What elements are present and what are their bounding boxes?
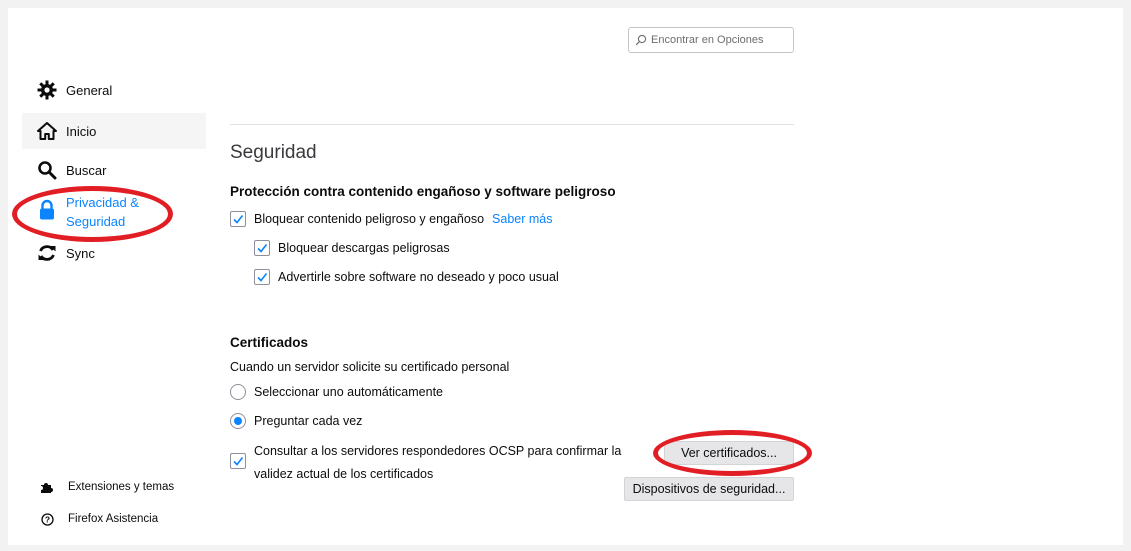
certificates-heading: Certificados	[230, 335, 309, 350]
section-title: Seguridad	[230, 142, 317, 163]
block-dangerous-label[interactable]: Bloquear contenido peligroso y engañoso	[254, 212, 484, 226]
learn-more-link[interactable]: Saber más	[492, 212, 552, 226]
ocsp-label-line2[interactable]: validez actual de los certificados	[254, 467, 433, 481]
sidebar-item-sync[interactable]: Sync	[36, 242, 95, 264]
help-icon: ?	[40, 512, 54, 526]
svg-text:?: ?	[44, 514, 49, 524]
ask-every-time-label[interactable]: Preguntar cada vez	[254, 414, 362, 428]
radio-dot	[234, 417, 242, 425]
view-certificates-button[interactable]: Ver certificados...	[664, 441, 794, 465]
lock-icon	[36, 199, 58, 221]
footer-label: Firefox Asistencia	[68, 513, 159, 525]
sidebar-footer-support[interactable]: ? Firefox Asistencia	[40, 512, 158, 526]
ask-every-time-radio[interactable]	[230, 413, 246, 429]
warn-software-checkbox[interactable]	[254, 269, 270, 285]
certificates-description: Cuando un servidor solicite su certifica…	[230, 360, 510, 374]
search-icon	[36, 159, 58, 181]
block-downloads-checkbox[interactable]	[254, 240, 270, 256]
sidebar-item-label: Sync	[66, 245, 95, 261]
sidebar-item-label: General	[66, 82, 113, 98]
footer-label: Extensiones y temas	[68, 481, 175, 493]
block-dangerous-checkbox[interactable]	[230, 211, 246, 227]
block-downloads-label[interactable]: Bloquear descargas peligrosas	[278, 241, 450, 255]
puzzle-icon	[40, 480, 54, 494]
sidebar-item-inicio[interactable]: Inicio	[36, 120, 96, 142]
warn-software-label[interactable]: Advertirle sobre software no deseado y p…	[278, 270, 559, 284]
warn-software-row: Advertirle sobre software no deseado y p…	[254, 269, 559, 285]
sidebar-item-general[interactable]: General	[36, 79, 112, 101]
preferences-page	[8, 8, 1123, 545]
check-icon	[233, 457, 244, 466]
sidebar-item-buscar[interactable]: Buscar	[36, 159, 106, 181]
check-icon	[257, 273, 268, 282]
search-icon	[635, 34, 647, 46]
check-icon	[233, 215, 244, 224]
ocsp-label-line1[interactable]: Consultar a los servidores respondedores…	[254, 444, 621, 458]
ocsp-checkbox[interactable]	[230, 453, 246, 469]
check-icon	[257, 244, 268, 253]
security-devices-button[interactable]: Dispositivos de seguridad...	[624, 477, 794, 501]
block-downloads-row: Bloquear descargas peligrosas	[254, 240, 450, 256]
sidebar-item-label: Buscar	[66, 162, 107, 178]
search-placeholder: Encontrar en Opciones	[651, 34, 764, 46]
sidebar-item-label: Privacidad & Seguridad	[66, 195, 139, 229]
protection-heading: Protección contra contenido engañoso y s…	[230, 184, 616, 199]
ask-every-time-row: Preguntar cada vez	[230, 413, 362, 429]
sync-icon	[36, 242, 58, 264]
select-auto-row: Seleccionar uno automáticamente	[230, 384, 443, 400]
block-dangerous-row: Bloquear contenido peligroso y engañoso …	[230, 211, 552, 227]
search-input[interactable]: Encontrar en Opciones	[628, 27, 794, 53]
select-auto-radio[interactable]	[230, 384, 246, 400]
section-divider	[230, 124, 794, 125]
select-auto-label[interactable]: Seleccionar uno automáticamente	[254, 385, 443, 399]
home-icon	[36, 120, 58, 142]
sidebar-item-label: Inicio	[66, 123, 97, 139]
sidebar-item-privacidad[interactable]: Privacidad & Seguridad	[36, 193, 156, 231]
sidebar-footer-extensions[interactable]: Extensiones y temas	[40, 480, 174, 494]
gear-icon	[36, 79, 58, 101]
